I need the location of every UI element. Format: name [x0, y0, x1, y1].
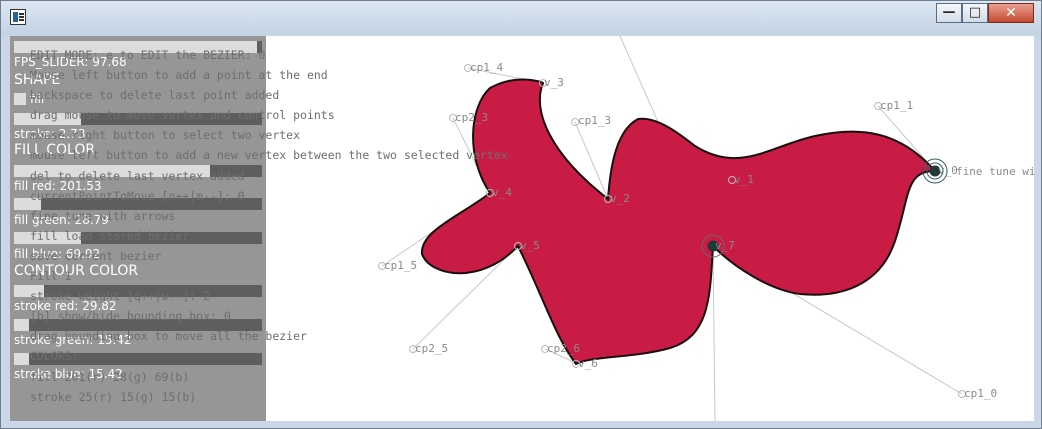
- help-line: backspace to delete last point added: [30, 88, 280, 103]
- label-cp1-3: cp1_3: [578, 114, 611, 127]
- fill-toggle[interactable]: [14, 93, 26, 105]
- label-v1: v_1: [734, 173, 754, 186]
- label-cp1-1: cp1_1: [880, 99, 913, 112]
- close-button[interactable]: ✕: [988, 3, 1034, 23]
- window-controls: — □ ✕: [936, 3, 1034, 25]
- handle-v7-down: [712, 245, 716, 421]
- help-line: Fill 1: [30, 269, 72, 284]
- stroke-green-slider-fill: [14, 319, 29, 331]
- help-line: stroke weight [q++|w--]: 2: [30, 289, 211, 304]
- app-icon: [10, 9, 26, 25]
- help-line: drag mouse to move vertex and control po…: [30, 108, 335, 123]
- maximize-button[interactable]: □: [962, 3, 988, 23]
- label-fine-tune: fine tune with: [956, 165, 1034, 178]
- help-line: EDIT MODE: e to EDIT the BEZIER: 0: [30, 48, 266, 62]
- close-icon: ✕: [1005, 5, 1017, 21]
- maximize-icon: □: [968, 5, 982, 20]
- label-cp2-6: cp2_6: [547, 342, 580, 355]
- help-line: fill load stored bezier: [30, 228, 190, 243]
- help-text: EDIT MODE: e to EDIT the BEZIER: 0 Mouse …: [30, 45, 508, 407]
- help-line: fill 201(r) 28(g) 69(b): [30, 369, 190, 384]
- label-v5: v_5: [520, 239, 540, 252]
- help-line: Mouse left button to add a point at the …: [30, 68, 328, 83]
- sketch-canvas[interactable]: cp1_4 v_3 cp2_3 cp1_3 cp1_1 v_1 v_4 v_2 …: [10, 36, 1034, 421]
- help-line: currentPointToMove [n++|m--]: 0: [30, 188, 245, 203]
- help-line: save current bezier: [30, 248, 162, 263]
- label-v6: v_6: [578, 357, 598, 370]
- label-v3: v_3: [544, 76, 564, 89]
- help-line: stroke 25(r) 15(g) 15(b): [30, 389, 197, 404]
- help-line: COLORS:: [30, 349, 79, 364]
- app-window: — □ ✕ cp1_4 v_3 cp2_3 cp1_3 cp1_1 v_1 v_…: [0, 0, 1042, 429]
- help-line: fine tune with arrows: [30, 208, 176, 223]
- title-bar[interactable]: — □ ✕: [1, 1, 1041, 35]
- help-line: drag bounding box to move all the bezier: [30, 329, 307, 344]
- label-v2: v_2: [610, 192, 630, 205]
- minimize-button[interactable]: —: [936, 3, 962, 23]
- help-line: del to delete last vertex added: [30, 168, 245, 183]
- minimize-icon: —: [942, 5, 956, 20]
- help-line: mouse right button to select two vertex: [30, 128, 301, 143]
- help-line: [b] show/hide bounding box: 0: [30, 309, 231, 324]
- label-cp1-0: cp1_0: [964, 387, 997, 400]
- help-line: mouse left button to add a new vertex be…: [30, 148, 508, 163]
- stroke-blue-slider-fill: [14, 353, 29, 365]
- label-v7: v_7: [715, 239, 735, 252]
- label-v0: v_0: [938, 164, 958, 177]
